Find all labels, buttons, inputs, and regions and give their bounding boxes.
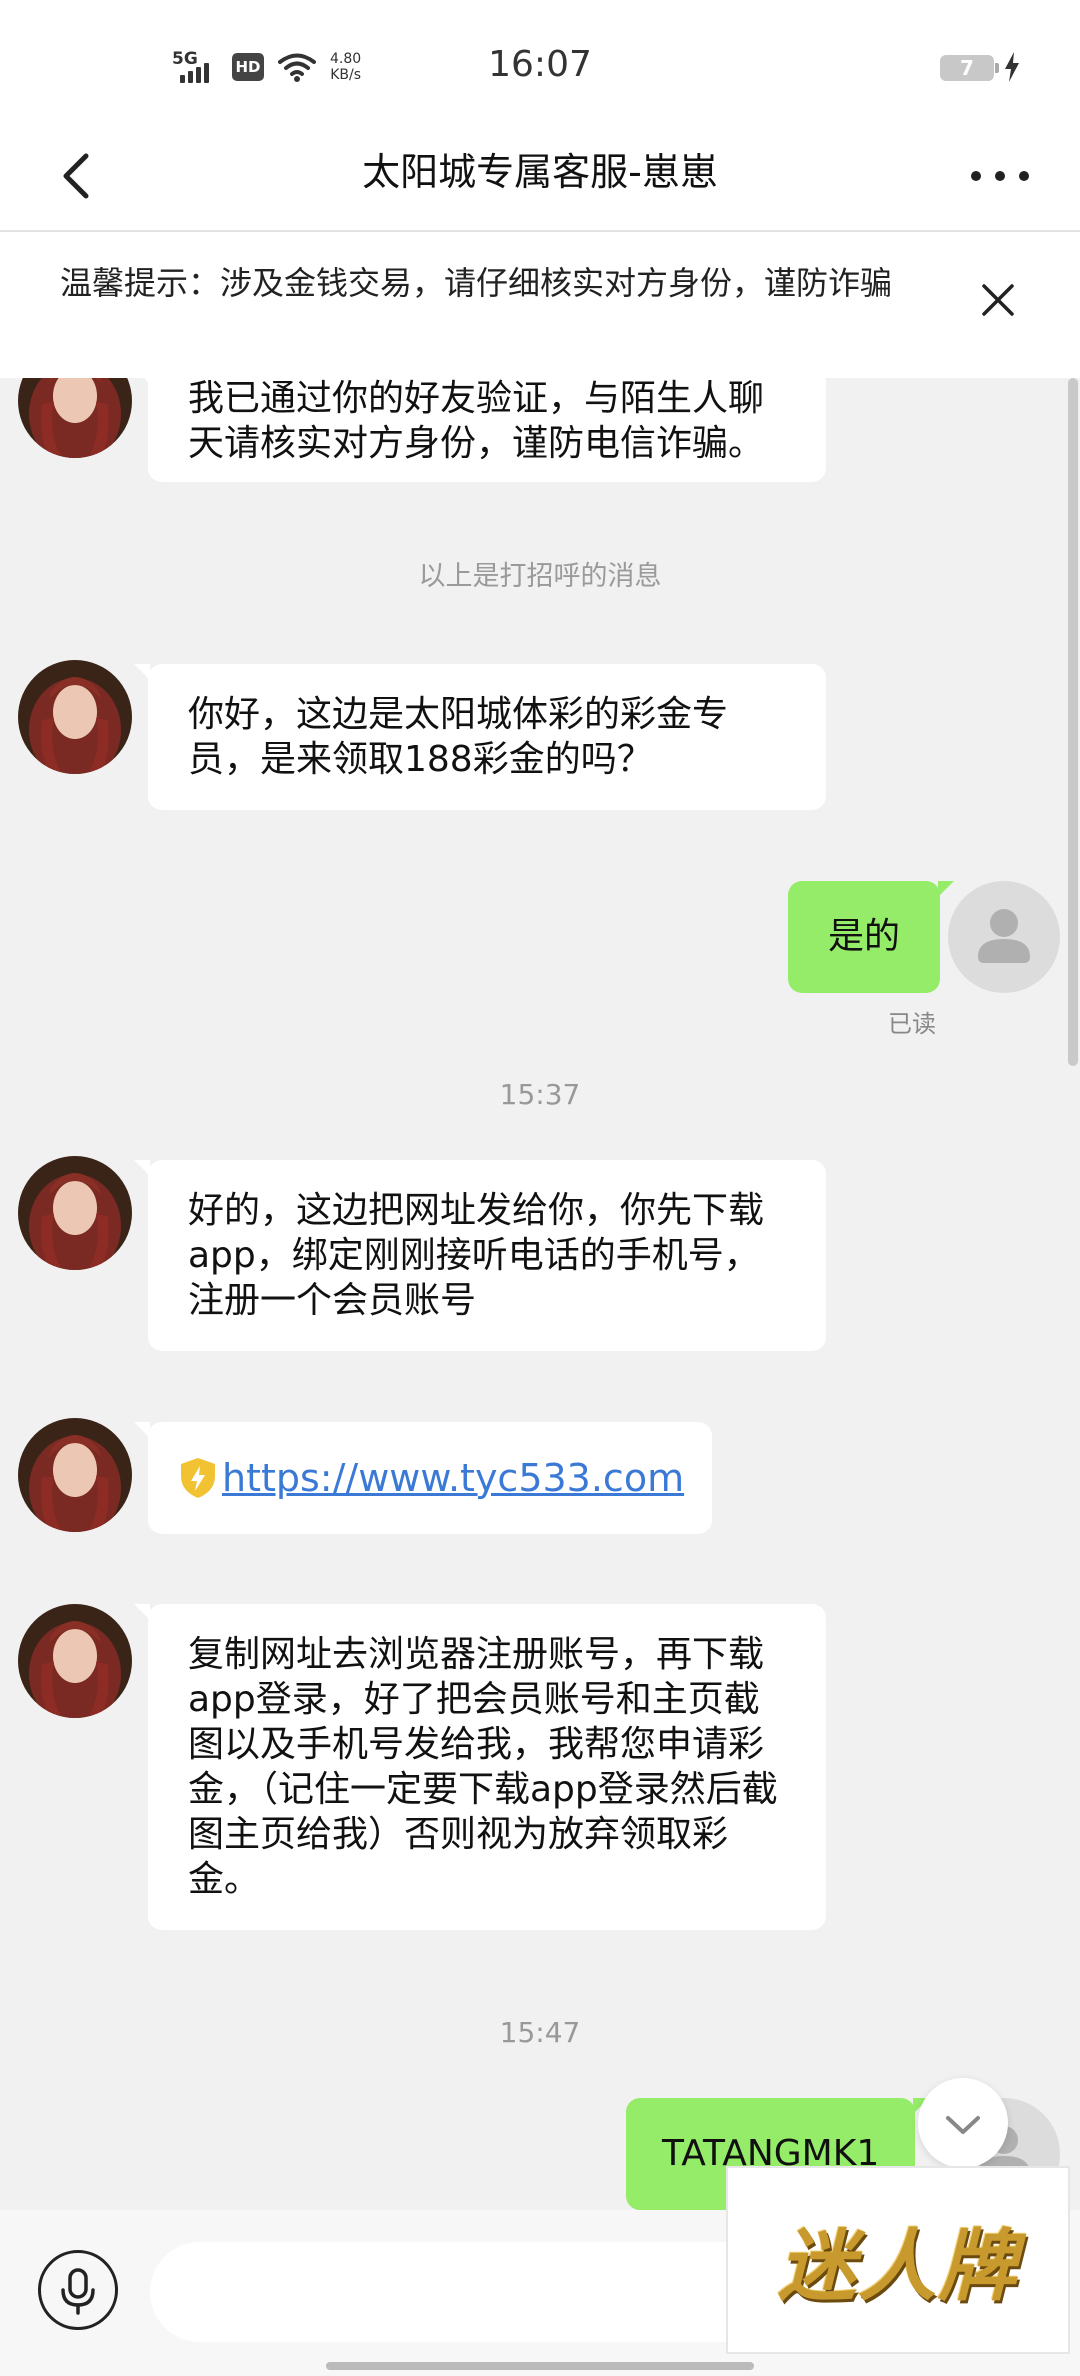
battery-icon: 7 (940, 55, 999, 81)
contact-avatar-image (18, 378, 132, 458)
timestamp: 15:37 (499, 1078, 581, 1111)
shield-lightning-icon (181, 1458, 215, 1498)
timestamp: 15:47 (499, 2016, 581, 2049)
link-message-bubble[interactable]: https://www.tyc533.com (134, 1422, 712, 1534)
user-icon (978, 909, 1030, 963)
chat-title: 太阳城专属客服-崽崽 (362, 150, 718, 194)
microphone-icon (61, 2268, 95, 2315)
contact-avatar-image (18, 1156, 132, 1270)
scroll-to-bottom-button[interactable] (918, 2078, 1008, 2168)
voice-input-button[interactable] (38, 2250, 118, 2330)
chat-header: 太阳城专属客服-崽崽 (0, 120, 1080, 232)
scrollbar[interactable] (1068, 378, 1078, 1066)
contact-avatar[interactable] (18, 1604, 132, 1718)
url-link[interactable]: https://www.tyc533.com (222, 1456, 684, 1501)
message-bubble[interactable]: 我已通过你的好友验证，与陌生人聊天请核实对方身份，谨防电信诈骗。 (134, 378, 826, 482)
message-bubble[interactable]: 复制网址去浏览器注册账号，再下载app登录，好了把会员账号和主页截图以及手机号发… (134, 1604, 826, 1930)
more-options-button[interactable] (964, 142, 1036, 210)
contact-avatar[interactable] (18, 378, 132, 458)
read-receipt: 已读 (888, 1010, 936, 1038)
contact-avatar[interactable] (18, 1156, 132, 1270)
close-notice-button[interactable] (978, 280, 1018, 320)
contact-avatar[interactable] (18, 1418, 132, 1532)
charging-icon (1005, 52, 1019, 82)
contact-avatar-image (18, 1418, 132, 1532)
message-list[interactable]: 我已通过你的好友验证，与陌生人聊天请核实对方身份，谨防电信诈骗。 以上是打招呼的… (0, 378, 1080, 2210)
message-bubble[interactable]: 好的，这边把网址发给你，你先下载app，绑定刚刚接听电话的手机号，注册一个会员账… (134, 1160, 826, 1351)
security-notice-banner: 温馨提示：涉及金钱交易，请仔细核实对方身份，谨防诈骗 (0, 232, 1080, 378)
chevron-down-icon (946, 2116, 980, 2134)
clock: 16:07 (488, 44, 592, 85)
contact-avatar-image (18, 1604, 132, 1718)
my-avatar[interactable] (948, 881, 1060, 993)
contact-avatar-image (18, 660, 132, 774)
notice-text: 温馨提示：涉及金钱交易，请仔细核实对方身份，谨防诈骗 (60, 264, 893, 302)
status-bar: 5G HD 4.80 KB/s 16:07 7 (0, 0, 1080, 120)
message-bubble[interactable]: 你好，这边是太阳城体彩的彩金专员，是来领取188彩金的吗？ (134, 664, 826, 810)
system-message: 以上是打招呼的消息 (418, 561, 662, 592)
watermark-logo: 迷人牌 (726, 2166, 1070, 2354)
my-message-bubble[interactable]: 是的 (788, 881, 955, 993)
contact-avatar[interactable] (18, 660, 132, 774)
home-indicator[interactable] (326, 2362, 754, 2370)
